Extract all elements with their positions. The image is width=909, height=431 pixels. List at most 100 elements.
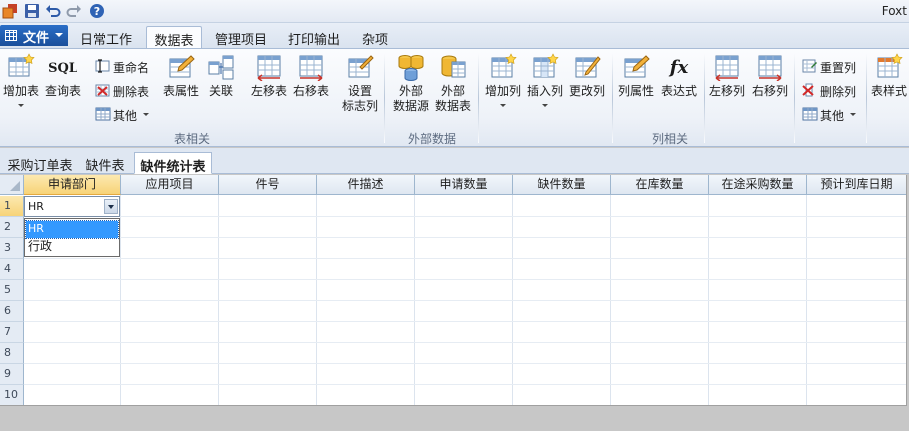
chevron-down-icon <box>108 205 114 209</box>
column-props-icon <box>624 55 650 78</box>
chevron-down-icon <box>18 104 24 107</box>
chevron-down-icon <box>850 113 856 116</box>
grid-line <box>24 321 906 322</box>
save-icon[interactable] <box>24 3 40 19</box>
add-column-button[interactable]: 增加列 <box>483 53 523 107</box>
app-icon[interactable] <box>2 3 18 19</box>
move-column-right-button[interactable]: 右移列 <box>750 53 790 99</box>
move-column-right-label: 右移列 <box>751 84 788 98</box>
table-style-button[interactable]: 表样式 <box>869 53 909 99</box>
move-column-left-button[interactable]: 左移列 <box>707 53 747 99</box>
delete-table-icon <box>95 84 110 97</box>
change-column-icon <box>575 56 601 78</box>
row-header[interactable]: 2 <box>0 217 24 238</box>
row-header[interactable]: 1 <box>0 196 24 217</box>
table-props-button[interactable]: 表属性 <box>161 53 201 99</box>
database-icon <box>398 55 424 81</box>
grid-line <box>24 384 906 385</box>
dropdown-option-hr[interactable]: HR <box>25 220 119 239</box>
grid-line <box>24 300 906 301</box>
tab-print-output[interactable]: 打印输出 <box>282 26 346 48</box>
delete-table-button[interactable]: 删除表 <box>95 80 157 100</box>
rename-button[interactable]: 重命名 <box>95 56 157 76</box>
tab-data-table[interactable]: 数据表 <box>146 26 202 49</box>
table-icon <box>95 107 111 121</box>
tab-manage-project[interactable]: 管理项目 <box>209 26 273 48</box>
column-header[interactable]: 缺件数量 <box>513 175 611 195</box>
column-header[interactable]: 件号 <box>219 175 317 195</box>
relation-icon <box>208 55 234 80</box>
move-table-left-button[interactable]: 左移表 <box>249 53 289 99</box>
row-header[interactable]: 9 <box>0 364 24 385</box>
table-props-label: 表属性 <box>162 84 199 98</box>
grid-line <box>24 342 906 343</box>
row-header[interactable]: 7 <box>0 322 24 343</box>
relation-button[interactable]: 关联 <box>204 53 238 99</box>
column-header[interactable]: 在库数量 <box>611 175 709 195</box>
change-column-label: 更改列 <box>568 84 605 98</box>
row-header[interactable]: 5 <box>0 280 24 301</box>
delete-column-button[interactable]: 删除列 <box>802 80 862 100</box>
expression-button[interactable]: fx 表达式 <box>658 53 700 99</box>
row-header[interactable]: 4 <box>0 259 24 280</box>
column-header[interactable]: 在途采购数量 <box>709 175 807 195</box>
table-other-button[interactable]: 其他 <box>95 104 157 124</box>
group-title-column: 列相关 <box>651 132 688 146</box>
dropdown-button[interactable] <box>104 199 118 214</box>
column-header[interactable]: 件描述 <box>317 175 415 195</box>
reset-column-button[interactable]: 重置列 <box>802 56 862 76</box>
combobox-value: HR <box>28 200 44 213</box>
tab-daily-work[interactable]: 日常工作 <box>74 26 138 48</box>
tab-misc[interactable]: 杂项 <box>356 26 394 48</box>
data-grid[interactable]: 申请部门 应用项目 件号 件描述 申请数量 缺件数量 在库数量 在途采购数量 预… <box>0 175 907 406</box>
external-source-label: 外部 <box>398 84 423 98</box>
column-header[interactable]: 应用项目 <box>121 175 219 195</box>
select-all-corner[interactable] <box>0 175 24 195</box>
column-header[interactable]: 预计到库日期 <box>807 175 906 195</box>
file-menu-button[interactable]: 文件 <box>0 25 68 46</box>
row-header[interactable]: 8 <box>0 343 24 364</box>
change-column-button[interactable]: 更改列 <box>567 53 607 99</box>
svg-text:fx: fx <box>668 57 689 78</box>
move-left-icon <box>715 55 739 81</box>
table-icon <box>802 107 818 121</box>
help-icon[interactable]: ? <box>89 3 105 19</box>
department-combobox[interactable]: HR <box>24 196 120 217</box>
redo-icon[interactable] <box>66 3 82 19</box>
chevron-down-icon <box>55 33 63 37</box>
grid-line <box>24 258 906 259</box>
set-flag-column-button[interactable]: 设置 标志列 <box>340 53 380 114</box>
column-other-button[interactable]: 其他 <box>802 104 862 124</box>
column-other-label: 其他 <box>820 109 845 123</box>
move-right-icon <box>299 55 323 81</box>
status-area <box>0 407 909 431</box>
grid-line <box>24 216 906 217</box>
row-header[interactable]: 6 <box>0 301 24 322</box>
flag-column-icon <box>348 55 374 78</box>
external-table-label-2: 数据表 <box>434 99 471 113</box>
move-table-right-button[interactable]: 右移表 <box>291 53 331 99</box>
sheet-tab-shortage[interactable]: 缺件表 <box>80 152 130 174</box>
add-table-button[interactable]: 增加表 <box>2 53 40 107</box>
row-header[interactable]: 3 <box>0 238 24 259</box>
dropdown-option-admin[interactable]: 行政 <box>26 238 118 255</box>
column-props-button[interactable]: 列属性 <box>616 53 656 99</box>
undo-icon[interactable] <box>45 3 61 19</box>
move-right-icon <box>758 55 782 81</box>
external-source-button[interactable]: 外部 数据源 <box>390 53 432 114</box>
external-table-button[interactable]: 外部 数据表 <box>433 53 473 114</box>
grid-line <box>24 279 906 280</box>
set-flag-label-2: 标志列 <box>341 99 378 113</box>
query-table-button[interactable]: SQL 查询表 <box>42 53 84 99</box>
grid-line <box>24 363 906 364</box>
insert-column-button[interactable]: 插入列 <box>525 53 565 107</box>
sheet-tab-shortage-stats[interactable]: 缺件统计表 <box>134 152 212 175</box>
column-header[interactable]: 申请部门 <box>24 175 121 195</box>
ribbon: 增加表 SQL 查询表 重命名 删除表 其他 表属性 关联 左移表 右移表 设置… <box>0 48 909 147</box>
add-column-icon <box>491 53 517 78</box>
row-header[interactable]: 10 <box>0 385 24 405</box>
sheet-tab-purchase-order[interactable]: 采购订单表 <box>4 152 76 174</box>
column-header[interactable]: 申请数量 <box>415 175 513 195</box>
chevron-down-icon <box>500 104 506 107</box>
external-source-label-2: 数据源 <box>392 99 429 113</box>
